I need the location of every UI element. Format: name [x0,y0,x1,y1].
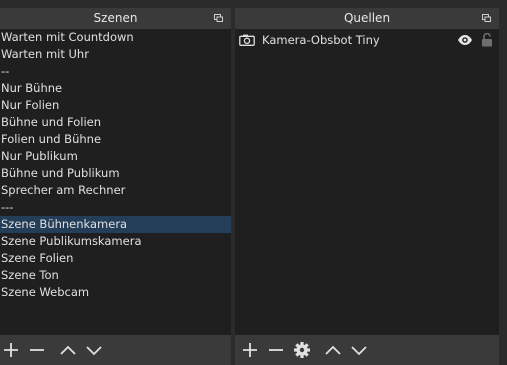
settings-gear-icon [294,342,310,358]
move-scene-up-button[interactable] [58,340,78,360]
right-edge [499,0,507,365]
scenes-dock-title: Szenen [93,11,138,25]
remove-icon [30,349,44,351]
scenes-dock: Szenen Warten mit Countdown Warten mit Uh… [0,8,231,365]
move-source-up-button[interactable] [323,340,343,360]
scene-item[interactable]: Sprecher am Rechner [0,182,231,199]
undock-icon[interactable] [482,14,491,22]
sources-dock-titlebar[interactable]: Quellen [235,8,499,29]
top-border [0,0,507,8]
move-down-icon [86,346,102,356]
scene-item[interactable]: Warten mit Uhr [0,46,231,63]
scene-item[interactable]: Nur Publikum [0,148,231,165]
add-scene-button[interactable] [1,340,21,360]
scene-item[interactable]: Szene Folien [0,250,231,267]
source-list[interactable]: Kamera-Obsbot Tiny [235,29,499,335]
scenes-dock-titlebar[interactable]: Szenen [0,8,231,29]
sources-dock: Quellen Kamera-Obsbot Tiny [235,8,499,365]
move-up-icon [60,345,76,355]
scene-item[interactable]: Szene Publikumskamera [0,233,231,250]
visibility-eye-icon[interactable] [457,34,473,46]
add-icon [4,343,18,357]
scene-item[interactable]: Warten mit Countdown [0,29,231,46]
scene-item[interactable]: --- [0,199,231,216]
source-item[interactable]: Kamera-Obsbot Tiny [237,32,497,49]
scene-item[interactable]: Nur Bühne [0,80,231,97]
undock-icon[interactable] [214,14,223,22]
scene-item[interactable]: Szene Ton [0,267,231,284]
sources-dock-title: Quellen [343,11,391,25]
source-properties-button[interactable] [292,340,312,360]
move-scene-down-button[interactable] [84,340,104,360]
scene-item[interactable]: Bühne und Folien [0,114,231,131]
remove-scene-button[interactable] [27,340,47,360]
move-up-icon [325,345,341,355]
remove-icon [269,349,283,351]
camera-icon [239,34,255,46]
move-down-icon [351,346,367,356]
scene-list[interactable]: Warten mit Countdown Warten mit Uhr -- Nur … [0,29,231,335]
move-source-down-button[interactable] [349,340,369,360]
remove-source-button[interactable] [266,340,286,360]
scene-item[interactable]: -- [0,63,231,80]
scene-item[interactable]: Szene Bühnenkamera [0,216,231,233]
add-icon [243,343,257,357]
scene-item[interactable]: Nur Folien [0,97,231,114]
unlocked-lock-icon[interactable] [481,33,493,47]
scene-item[interactable]: Bühne und Publikum [0,165,231,182]
source-label: Kamera-Obsbot Tiny [262,33,380,47]
add-source-button[interactable] [240,340,260,360]
scene-item[interactable]: Szene Webcam [0,284,231,301]
scene-item[interactable]: Folien und Bühne [0,131,231,148]
scenes-toolbar [0,335,231,365]
sources-toolbar [235,335,499,365]
